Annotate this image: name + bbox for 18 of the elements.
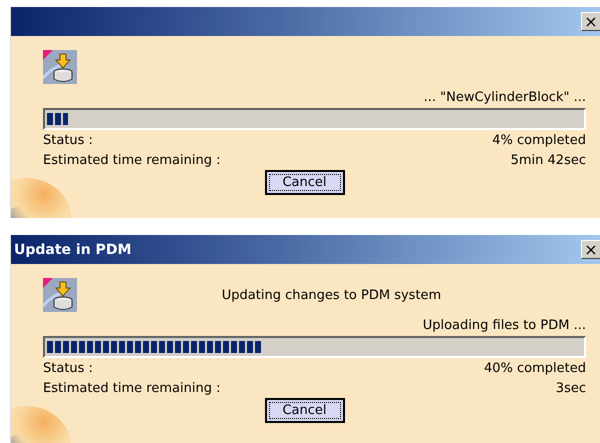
close-button[interactable]: × [581,12,600,31]
status-value: 40% completed [484,360,586,376]
status-detail: Uploading files to PDM ... [422,318,586,333]
cancel-button[interactable]: Cancel [264,170,344,195]
status-label: Status : [43,360,93,376]
status-value: 4% completed [492,132,586,148]
status-label: Status : [43,132,93,148]
database-icon [43,50,77,84]
status-message: Updating changes to PDM system [220,288,442,302]
time-value: 3sec [556,380,586,396]
cancel-button[interactable]: Cancel [264,398,344,423]
time-value: 5min 42sec [510,152,586,168]
time-label: Estimated time remaining : [43,380,220,396]
database-icon [43,278,77,312]
status-detail: ... "NewCylinderBlock" ... [424,90,586,105]
time-label: Estimated time remaining : [43,152,220,168]
window-title: Update in PDM [14,242,132,258]
close-button[interactable]: × [581,240,600,259]
